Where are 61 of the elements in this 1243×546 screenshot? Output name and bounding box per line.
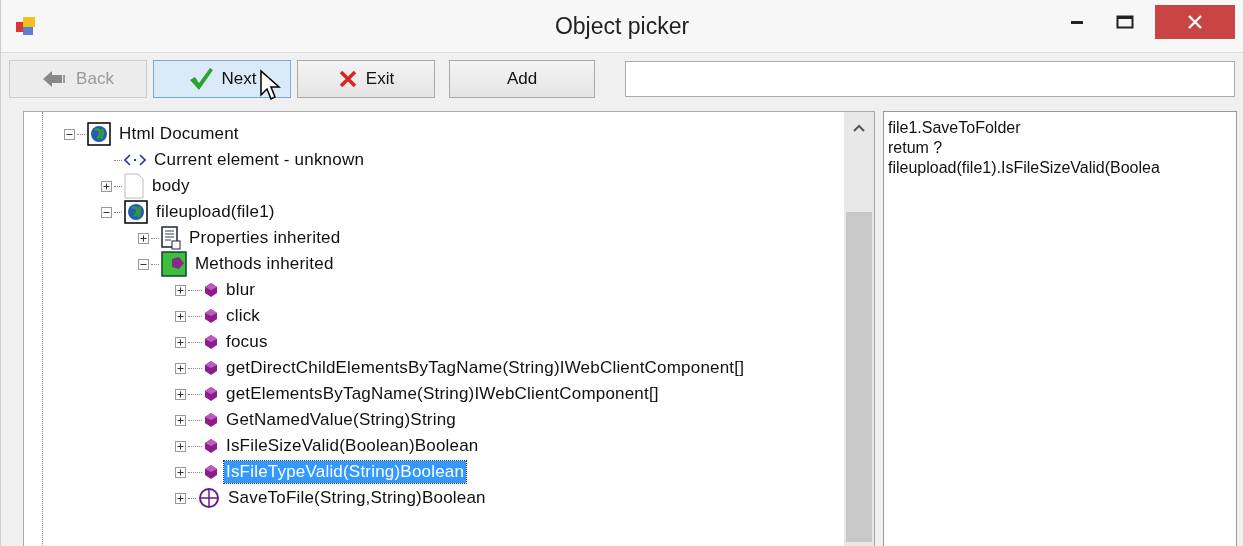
expand-icon[interactable] (175, 440, 186, 452)
collapse-icon[interactable] (64, 128, 75, 140)
output-line: file1.SaveToFolder (888, 118, 1022, 138)
method-icon (204, 386, 218, 402)
methods-icon (161, 251, 187, 277)
expand-icon[interactable] (175, 466, 186, 478)
expand-icon[interactable] (101, 180, 112, 192)
globe-icon (87, 122, 111, 146)
method-icon (204, 464, 218, 480)
tree-item[interactable]: Properties inherited (187, 227, 343, 249)
close-icon (1187, 14, 1203, 30)
mouse-pointer-icon (259, 69, 281, 101)
method-icon (204, 438, 218, 454)
tree-item[interactable]: click (224, 305, 263, 327)
code-tag-icon (124, 153, 146, 167)
scrollbar[interactable] (844, 112, 874, 546)
expand-icon[interactable] (175, 414, 186, 426)
list-document-icon (161, 226, 181, 250)
output-text-area[interactable]: file1.SaveToFolder retum ? fileupload(file1).IsFileSizeValid(Boolea (883, 111, 1237, 546)
expand-icon[interactable] (175, 310, 186, 322)
tree-item[interactable]: blur (224, 279, 258, 301)
method-icon (204, 412, 218, 428)
expand-icon[interactable] (175, 362, 186, 374)
window-title: Object picker (554, 12, 690, 40)
expand-icon[interactable] (175, 336, 186, 348)
close-button[interactable] (1155, 5, 1235, 39)
tree-item[interactable]: SaveToFile(String,String)Boolean (226, 487, 488, 509)
input-field[interactable] (625, 61, 1235, 97)
tree-item[interactable]: focus (224, 331, 270, 353)
expand-icon[interactable] (138, 232, 149, 244)
tree-item[interactable]: Html Document (117, 123, 241, 145)
tree-item[interactable]: body (150, 175, 192, 197)
tree-item[interactable]: fileupload(file1) (154, 201, 277, 223)
collapse-icon[interactable] (101, 206, 112, 218)
next-button[interactable]: Next (153, 60, 291, 98)
app-icon (15, 15, 37, 37)
checkmark-icon (187, 67, 214, 91)
method-icon (204, 282, 218, 298)
tree-item[interactable]: GetNamedValue(String)String (224, 409, 458, 431)
collapse-icon[interactable] (138, 258, 149, 270)
method-icon (204, 360, 218, 376)
expand-icon[interactable] (175, 284, 186, 296)
cross-icon (337, 69, 358, 89)
expand-icon[interactable] (175, 388, 186, 400)
method-icon (204, 334, 218, 350)
tree-item[interactable]: getElementsByTagName(String)IWebClientComponent[] (224, 383, 661, 405)
tree-item[interactable]: Methods inherited (193, 253, 336, 275)
scroll-up-icon[interactable] (853, 124, 865, 132)
add-button[interactable]: Add (449, 60, 595, 98)
exit-button[interactable]: Exit (297, 60, 435, 98)
tree-item[interactable]: IsFileSizeValid(Boolean)Boolean (224, 435, 481, 457)
maximize-icon (1116, 15, 1134, 29)
expand-icon[interactable] (175, 492, 186, 504)
globe-icon (124, 200, 148, 224)
document-icon (124, 173, 144, 199)
method-icon (204, 308, 218, 324)
tree-item[interactable]: Current element - unknown (152, 149, 367, 171)
output-line: fileupload(file1).IsFileSizeValid(Boolea (888, 158, 1161, 178)
globe-icon (198, 487, 220, 509)
output-line: retum ? (888, 138, 944, 158)
tree-item[interactable]: getDirectChildElementsByTagName(String)IWebClientComponent[] (224, 357, 747, 379)
